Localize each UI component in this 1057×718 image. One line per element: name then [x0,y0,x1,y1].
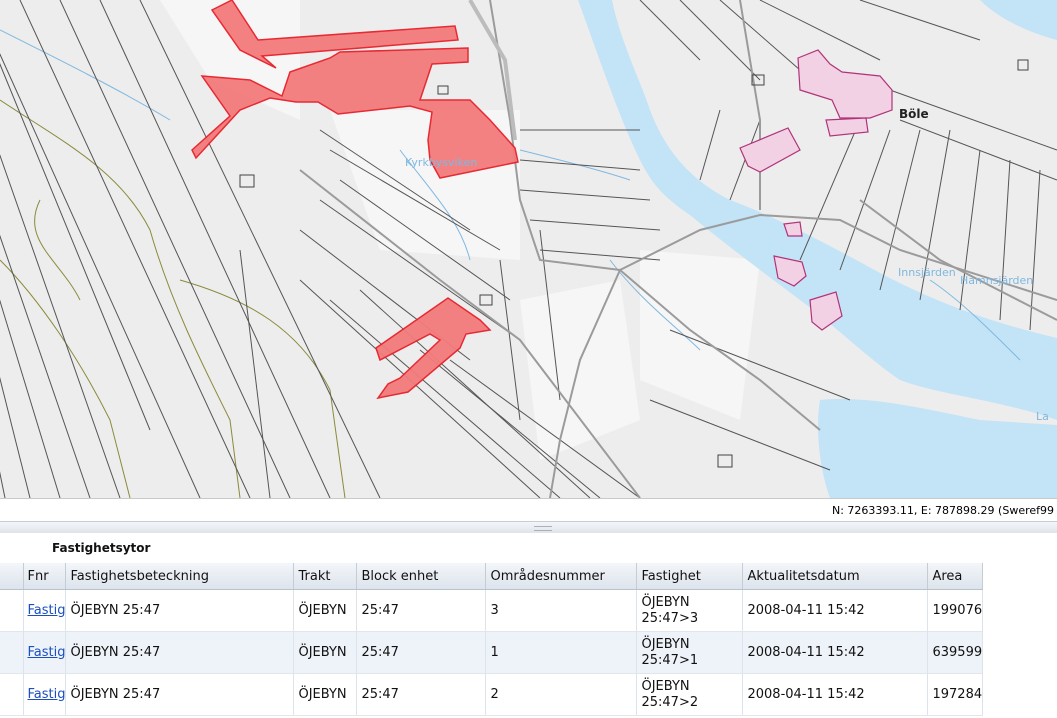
bay-label: Kyrkbysviken [405,156,478,169]
omrade-cell: 3 [485,589,638,632]
trakt-cell: ÖJEBYN [293,631,358,674]
village-label-bole: Böle [899,107,929,121]
table-row[interactable]: Fastig ÖJEBYN 25:47 ÖJEBYN 25:47 1 ÖJEBY… [0,631,984,674]
fastighet-cell: ÖJEBYN 25:47>1 [636,631,744,674]
beteckning-cell: ÖJEBYN 25:47 [65,631,295,674]
fnr-link[interactable]: Fastig [28,687,65,702]
trakt-cell: ÖJEBYN [293,673,358,716]
block-cell: 25:47 [356,589,487,632]
coordinate-readout: N: 7263393.11, E: 787898.29 (Sweref99 [832,504,1054,517]
fastighet-cell: ÖJEBYN 25:47>3 [636,589,744,632]
results-panel-title: Fastighetsytor [52,541,151,555]
lake-label-hamnsjarden: Hamnsjärden [960,274,1034,287]
block-cell: 25:47 [356,673,487,716]
beteckning-cell: ÖJEBYN 25:47 [65,673,295,716]
datum-cell: 2008-04-11 15:42 [742,589,929,632]
table-header-row: Fnr Fastighetsbeteckning Trakt Block enh… [0,563,984,590]
lake-label-innsjarden: Innsjärden [898,266,956,279]
datum-cell: 2008-04-11 15:42 [742,673,929,716]
area-cell: 639599 [927,631,984,674]
table-row[interactable]: Fastig ÖJEBYN 25:47 ÖJEBYN 25:47 2 ÖJEBY… [0,673,984,716]
row-selector[interactable] [0,631,24,674]
omrade-cell: 1 [485,631,638,674]
column-header-aktualitetsdatum[interactable]: Aktualitetsdatum [742,563,929,590]
block-cell: 25:47 [356,631,487,674]
omrade-cell: 2 [485,673,638,716]
trakt-cell: ÖJEBYN [293,589,358,632]
fnr-link[interactable]: Fastig [28,603,65,618]
column-header-block-enhet[interactable]: Block enhet [356,563,487,590]
fnr-link[interactable]: Fastig [28,645,65,660]
column-header-trakt[interactable]: Trakt [293,563,358,590]
map-canvas[interactable] [0,0,1057,498]
map-application: Kyrkbysviken Böle Innsjärden Hamnsjärden… [0,0,1057,718]
results-table: Fnr Fastighetsbeteckning Trakt Block enh… [0,563,984,716]
column-header-fnr[interactable]: Fnr [23,563,67,590]
datum-cell: 2008-04-11 15:42 [742,631,929,674]
area-cell: 197284 [927,673,984,716]
row-selector[interactable] [0,673,24,716]
map-view[interactable]: Kyrkbysviken Böle Innsjärden Hamnsjärden… [0,0,1057,498]
table-row[interactable]: Fastig ÖJEBYN 25:47 ÖJEBYN 25:47 3 ÖJEBY… [0,589,984,632]
coordinate-status-bar: N: 7263393.11, E: 787898.29 (Sweref99 [0,498,1057,521]
fnr-cell: Fastig [23,589,67,632]
edge-water-label: La [1036,410,1049,423]
results-panel: Fastighetsytor Fnr Fastighetsbeteckning … [0,533,1057,718]
column-header-fastighet[interactable]: Fastighet [636,563,744,590]
column-header-area[interactable]: Area [927,563,984,590]
grip-icon [534,526,552,531]
column-header-fastighetsbeteckning[interactable]: Fastighetsbeteckning [65,563,295,590]
fnr-cell: Fastig [23,673,67,716]
beteckning-cell: ÖJEBYN 25:47 [65,589,295,632]
row-selector-header [0,563,24,590]
fastighet-cell: ÖJEBYN 25:47>2 [636,673,744,716]
column-header-omradesnummer[interactable]: Områdesnummer [485,563,638,590]
area-cell: 199076 [927,589,984,632]
fnr-cell: Fastig [23,631,67,674]
row-selector[interactable] [0,589,24,632]
